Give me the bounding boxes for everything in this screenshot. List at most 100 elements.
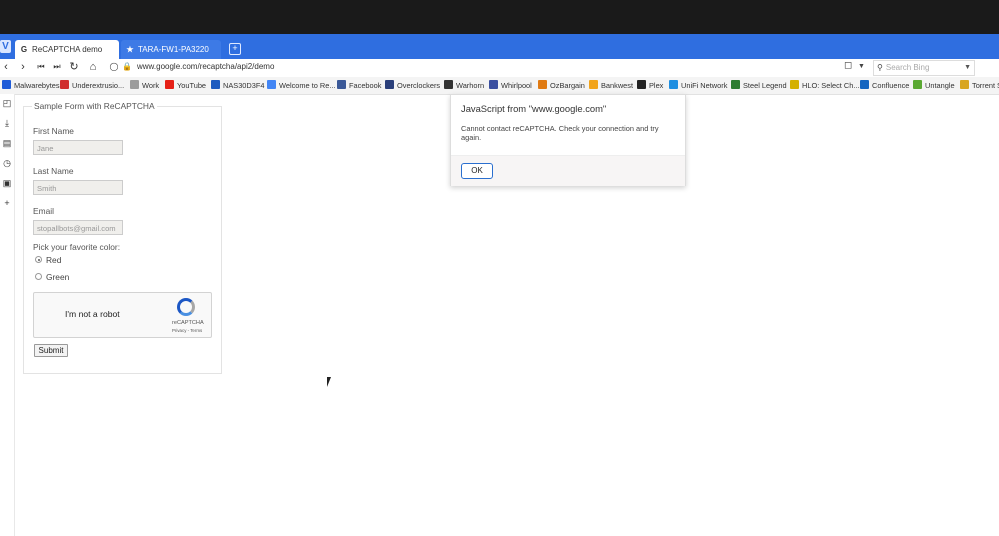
bookmark-item[interactable]: Welcome to Re...: [267, 80, 336, 90]
bookmark-favicon-icon: [2, 80, 11, 89]
google-favicon-icon: G: [20, 45, 28, 54]
lock-icon: 🔒: [122, 62, 132, 71]
bookmark-item[interactable]: Underextrusio...: [60, 80, 124, 90]
form-legend: Sample Form with ReCAPTCHA: [32, 101, 157, 111]
bookmark-favicon-icon: [267, 80, 276, 89]
search-engine-icon: ⚲: [877, 63, 883, 72]
radio-red[interactable]: [35, 256, 42, 263]
recaptcha-widget[interactable]: I'm not a robot reCAPTCHA Privacy - Term…: [33, 292, 212, 338]
window-panel-icon[interactable]: ▣: [0, 178, 14, 189]
new-tab-plus-icon[interactable]: +: [229, 43, 241, 55]
bookmark-item[interactable]: NAS30D3F4: [211, 80, 265, 90]
bookmark-label: Confluence: [872, 81, 910, 90]
bookmark-item[interactable]: Overclockers: [385, 80, 440, 90]
bookmark-label: Warhorn: [456, 81, 485, 90]
bookmark-favicon-icon: [165, 80, 174, 89]
dialog-title: JavaScript from "www.google.com": [461, 103, 607, 114]
bookmark-label: OzBargain: [550, 81, 585, 90]
bookmark-favicon-icon: [211, 80, 220, 89]
submit-button[interactable]: Submit: [34, 344, 68, 357]
reload-icon[interactable]: ↻: [68, 60, 80, 74]
bookmark-item[interactable]: Facebook: [337, 80, 381, 90]
bookmark-item[interactable]: Confluence: [860, 80, 909, 90]
bookmark-favicon-icon: [337, 80, 346, 89]
side-panel: ◰ ⤓ ▤ ◷ ▣ +: [0, 94, 15, 536]
bookmark-item[interactable]: Plex: [637, 80, 663, 90]
bookmark-label: Plex: [649, 81, 664, 90]
first-name-label: First Name: [33, 126, 74, 136]
notes-panel-icon[interactable]: ▤: [0, 138, 14, 149]
bookmark-item[interactable]: Malwarebytes: [2, 80, 60, 90]
bookmark-label: YouTube: [177, 81, 207, 90]
bookmark-item[interactable]: Untangle: [913, 80, 955, 90]
bookmark-item[interactable]: HLO: Select Ch...: [790, 80, 860, 90]
tab-label: TARA-FW1-PA3220: [138, 45, 209, 54]
bookmark-page-icon[interactable]: ◻: [844, 60, 852, 71]
add-panel-icon[interactable]: +: [0, 198, 14, 208]
bookmark-favicon-icon: [790, 80, 799, 89]
last-name-input[interactable]: Smith: [33, 180, 123, 195]
bookmark-item[interactable]: Whirlpool: [489, 80, 532, 90]
captcha-checkbox-label[interactable]: I'm not a robot: [65, 309, 120, 319]
recaptcha-logo-icon: [177, 298, 195, 316]
home-icon[interactable]: ⌂: [87, 60, 99, 74]
ok-button[interactable]: OK: [461, 163, 493, 179]
search-dropdown-icon[interactable]: ▼: [964, 61, 971, 75]
bookmark-item[interactable]: Warhorn: [444, 80, 484, 90]
downloads-panel-icon[interactable]: ⤓: [0, 118, 14, 129]
bookmark-label: Underextrusio...: [72, 81, 125, 90]
email-input[interactable]: stopallbots@gmail.com: [33, 220, 123, 235]
bookmark-favicon-icon: [130, 80, 139, 89]
bookmark-label: Bankwest: [601, 81, 634, 90]
radio-red-label: Red: [46, 255, 62, 265]
url-field[interactable]: www.google.com/recaptcha/api2/demo: [137, 62, 274, 71]
dialog-footer: OK: [451, 155, 685, 186]
bookmark-item[interactable]: YouTube: [165, 80, 206, 90]
bookmark-favicon-icon: [589, 80, 598, 89]
history-panel-icon[interactable]: ◷: [0, 158, 14, 169]
bookmark-label: Welcome to Re...: [279, 81, 336, 90]
bookmark-item[interactable]: Work: [130, 80, 159, 90]
recaptcha-terms-link[interactable]: Privacy - Terms: [172, 328, 202, 333]
shield-icon[interactable]: ◯: [108, 60, 120, 74]
tab-label: ReCAPTCHA demo: [32, 45, 103, 54]
search-placeholder: Search Bing: [885, 63, 930, 72]
bookmark-item[interactable]: Steel Legend: [731, 80, 787, 90]
tab-recaptcha-demo[interactable]: G ReCAPTCHA demo: [15, 40, 119, 59]
screen-top-bar: [0, 0, 999, 34]
bookmark-label: Work: [142, 81, 160, 90]
bookmark-favicon-icon: [913, 80, 922, 89]
bookmark-label: NAS30D3F4: [223, 81, 265, 90]
bookmark-item[interactable]: Bankwest: [589, 80, 633, 90]
tab-tara-fw1[interactable]: ★ TARA-FW1-PA3220: [121, 40, 221, 59]
fast-forward-icon[interactable]: ⏭: [51, 60, 63, 74]
bookmark-label: Untangle: [925, 81, 955, 90]
bookmark-favicon-icon: [385, 80, 394, 89]
bookmark-dropdown-icon[interactable]: ▼: [858, 63, 865, 70]
bookmark-item[interactable]: OzBargain: [538, 80, 585, 90]
bookmarks-bar: Malwarebytes Underextrusio... Work YouTube N…: [0, 77, 999, 95]
bookmark-item[interactable]: Torrent S: [960, 80, 999, 90]
bookmark-label: Torrent S: [972, 81, 999, 90]
first-name-input[interactable]: Jane: [33, 140, 123, 155]
vivaldi-menu-icon[interactable]: V: [0, 40, 11, 53]
bookmark-label: Malwarebytes: [14, 81, 60, 90]
bookmark-label: HLO: Select Ch...: [802, 81, 860, 90]
back-icon[interactable]: ‹: [0, 60, 12, 74]
mouse-cursor-icon: [327, 377, 335, 387]
radio-green-label: Green: [46, 272, 70, 282]
javascript-alert-dialog: JavaScript from "www.google.com" Cannot …: [450, 94, 686, 186]
last-name-label: Last Name: [33, 166, 74, 176]
radio-green[interactable]: [35, 273, 42, 280]
email-label: Email: [33, 206, 54, 216]
bookmark-label: Steel Legend: [743, 81, 787, 90]
bookmark-favicon-icon: [731, 80, 740, 89]
forward-icon[interactable]: ›: [17, 60, 29, 74]
bookmark-favicon-icon: [489, 80, 498, 89]
bookmark-favicon-icon: [444, 80, 453, 89]
rewind-icon[interactable]: ⏮: [35, 60, 47, 74]
bookmark-label: Overclockers: [397, 81, 441, 90]
bookmark-item[interactable]: UniFi Network: [669, 80, 727, 90]
bookmarks-panel-icon[interactable]: ◰: [0, 98, 14, 109]
search-field[interactable]: ⚲ Search Bing ▼: [873, 60, 975, 76]
